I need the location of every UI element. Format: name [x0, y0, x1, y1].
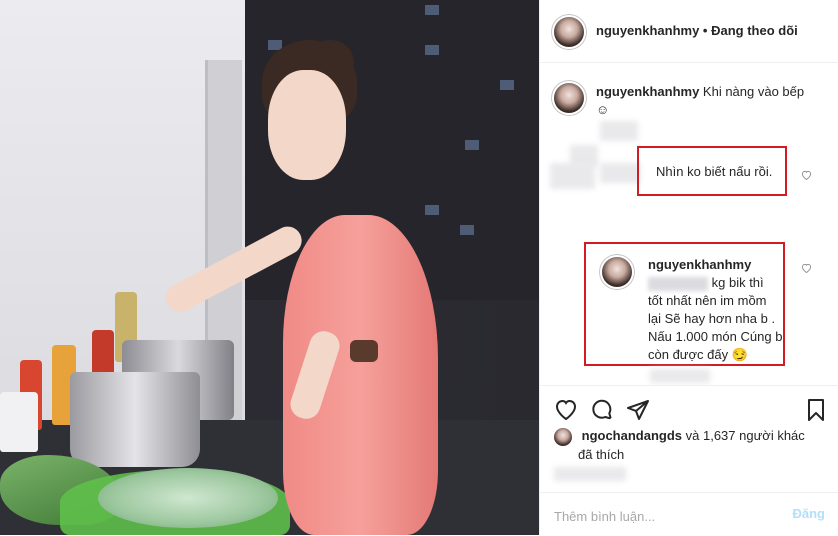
blurred-username [600, 163, 640, 183]
photo-building-light [465, 140, 479, 150]
photo-bottle [0, 392, 38, 452]
blurred-mention [648, 276, 708, 291]
follow-status-button[interactable]: Đang theo dõi [711, 23, 798, 38]
photo-building-light [425, 5, 439, 15]
comment-like-heart-icon[interactable] [801, 170, 813, 181]
photo-glass-lid [98, 468, 278, 528]
photo-building-light [425, 45, 439, 55]
reply-line-4: Nấu 1.000 món Cúng b [648, 329, 783, 344]
reply-line-5: còn được đấy [648, 347, 729, 362]
comments-area[interactable]: nguyenkhanhmy Khi nàng vào bếp ☺ Nhìn ko… [540, 63, 838, 385]
comment-icon[interactable] [590, 398, 614, 422]
caption-emoji: ☺ [596, 102, 610, 117]
caption-username[interactable]: nguyenkhanhmy [596, 84, 699, 99]
photo-building-light [460, 225, 474, 235]
photo-face [268, 70, 346, 180]
blurred-reply-meta [650, 369, 710, 383]
action-bar [540, 385, 838, 426]
avatar[interactable] [554, 17, 584, 47]
caption: nguyenkhanhmy Khi nàng vào bếp ☺ [596, 83, 821, 119]
reply-avatar[interactable] [602, 257, 632, 287]
likes-line2: đã thích [578, 446, 625, 462]
blurred-timestamp [554, 467, 626, 481]
bookmark-icon[interactable] [804, 398, 828, 422]
post-header: nguyenkhanhmy • Đang theo dõi [540, 0, 838, 63]
reply-line-1: kg bik thì [711, 275, 764, 290]
comment-text: Nhìn ko biết nấu rồi. [656, 164, 773, 179]
photo-building-light [500, 80, 514, 90]
reply-like-heart-icon[interactable] [801, 263, 813, 274]
photo-building-light [425, 205, 439, 215]
likes-summary: ngochandangds và 1,637 người khác đã thí… [554, 427, 834, 463]
post-photo[interactable] [0, 0, 539, 535]
reply-line-3: lại Sẽ hay hơn nha b . [648, 311, 776, 326]
blurred-avatar [550, 163, 595, 189]
heart-icon[interactable] [554, 398, 578, 422]
reply-body: nguyenkhanhmy kg bik thì tốt nhất nên im… [648, 256, 783, 364]
header-separator: • [702, 23, 708, 38]
photo-pot [70, 372, 200, 467]
photo-watch [350, 340, 378, 362]
header-user-line: nguyenkhanhmy • Đang theo dõi [596, 23, 798, 38]
caption-text: Khi nàng vào bếp [702, 84, 805, 99]
liker-username[interactable]: ngochandangds [582, 428, 682, 443]
add-comment-bar: Đăng [540, 492, 838, 536]
header-username[interactable]: nguyenkhanhmy [596, 23, 699, 38]
liker-avatar[interactable] [554, 427, 572, 446]
comment-input[interactable] [552, 505, 776, 527]
reply-line-2: tốt nhất nên im mồm [648, 293, 767, 308]
reply-username[interactable]: nguyenkhanhmy [648, 257, 751, 272]
blurred-username [600, 121, 638, 141]
reply-emoji: 😏 [731, 347, 748, 362]
share-icon[interactable] [626, 398, 650, 422]
post-sidebar: nguyenkhanhmy • Đang theo dõi nguyenkhan… [539, 0, 838, 535]
caption-avatar[interactable] [554, 83, 584, 113]
instagram-post: nguyenkhanhmy • Đang theo dõi nguyenkhan… [0, 0, 838, 535]
post-comment-button[interactable]: Đăng [793, 506, 826, 521]
likes-rest[interactable]: và 1,637 người khác [686, 428, 805, 443]
